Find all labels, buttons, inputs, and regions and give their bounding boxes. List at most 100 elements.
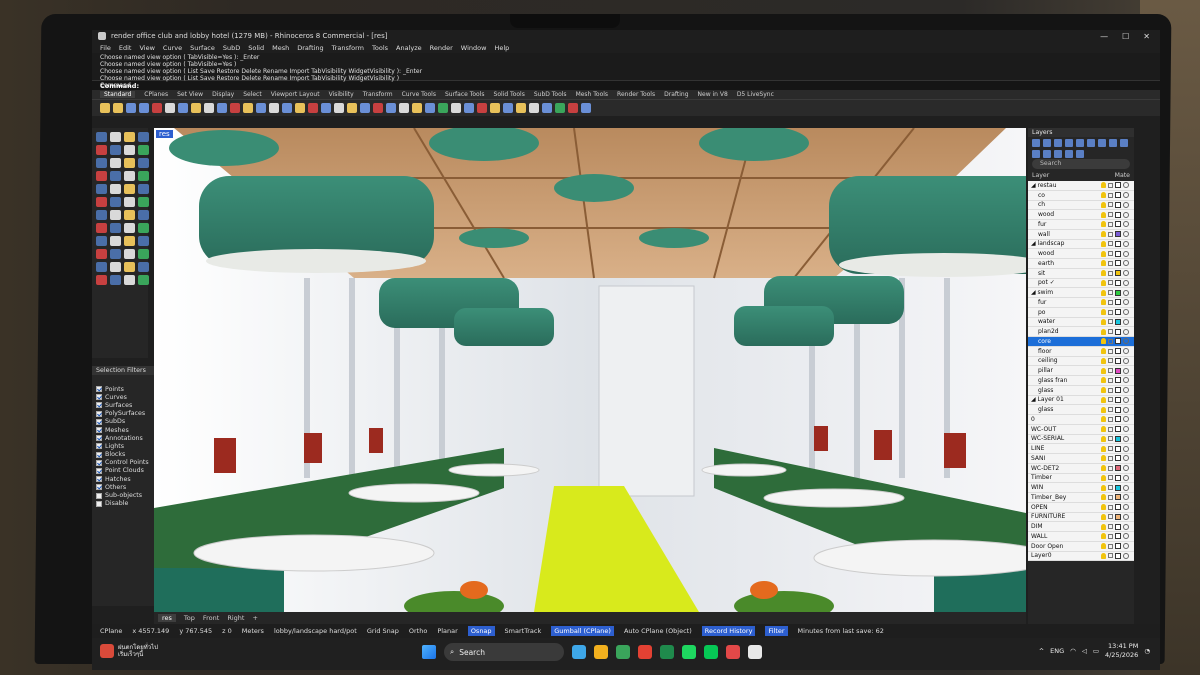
toolbar-tab-render-tools[interactable]: Render Tools bbox=[617, 91, 655, 98]
filter-checkbox[interactable] bbox=[96, 402, 102, 409]
toolbar-tool-icon[interactable] bbox=[113, 103, 123, 113]
modeling-tool-icon[interactable] bbox=[110, 275, 121, 285]
toolbar-tool-icon[interactable] bbox=[516, 103, 526, 113]
viewport-perspective[interactable]: res bbox=[154, 128, 1026, 612]
planar-toggle[interactable]: Planar bbox=[437, 627, 457, 635]
lock-icon[interactable] bbox=[1108, 348, 1113, 354]
toolbar-tool-icon[interactable] bbox=[529, 103, 539, 113]
filter-checkbox[interactable] bbox=[96, 427, 102, 434]
toolbar-tab-transform[interactable]: Transform bbox=[363, 91, 393, 98]
modeling-tool-icon[interactable] bbox=[110, 158, 121, 168]
modeling-tool-icon[interactable] bbox=[138, 158, 149, 168]
layer-row[interactable]: fur bbox=[1028, 220, 1134, 230]
layer-color-swatch[interactable] bbox=[1115, 182, 1121, 189]
filter-checkbox[interactable] bbox=[96, 443, 102, 450]
menu-item-mesh[interactable]: Mesh bbox=[272, 44, 289, 52]
osnap-toggle[interactable]: Osnap bbox=[467, 626, 495, 636]
toolbar-tab-standard[interactable]: Standard bbox=[100, 91, 136, 98]
material-circle-icon[interactable] bbox=[1123, 182, 1129, 189]
visibility-bulb-icon[interactable] bbox=[1101, 543, 1106, 550]
filter-checkbox[interactable] bbox=[96, 435, 102, 442]
modeling-tool-icon[interactable] bbox=[138, 223, 149, 233]
layer-row[interactable]: wall bbox=[1028, 229, 1134, 240]
modeling-tool-icon[interactable] bbox=[124, 197, 135, 207]
toolbar-tool-icon[interactable] bbox=[451, 103, 461, 113]
toolbar-tool-icon[interactable] bbox=[139, 103, 149, 113]
layer-row[interactable]: WIN bbox=[1028, 483, 1134, 493]
layer-color-swatch[interactable] bbox=[1115, 201, 1121, 208]
toolbar-tool-icon[interactable] bbox=[269, 103, 279, 113]
material-circle-icon[interactable] bbox=[1123, 513, 1129, 520]
lock-icon[interactable] bbox=[1108, 475, 1113, 481]
lock-icon[interactable] bbox=[1108, 446, 1113, 452]
lock-icon[interactable] bbox=[1108, 416, 1113, 422]
layer-row[interactable]: WC-OUT bbox=[1028, 424, 1134, 435]
layer-color-swatch[interactable] bbox=[1115, 494, 1121, 501]
layer-row[interactable]: ◢ Layer 01 bbox=[1028, 395, 1134, 406]
modeling-tool-icon[interactable] bbox=[124, 249, 135, 259]
toolbar-tab-select[interactable]: Select bbox=[243, 91, 262, 98]
layer-row[interactable]: water bbox=[1028, 317, 1134, 328]
layer-tool-icon[interactable] bbox=[1043, 150, 1051, 158]
filter-checkbox[interactable] bbox=[96, 484, 102, 491]
lock-icon[interactable] bbox=[1108, 524, 1113, 530]
layer-tool-icon[interactable] bbox=[1065, 150, 1073, 158]
toolbar-tool-icon[interactable] bbox=[477, 103, 487, 113]
layer-color-swatch[interactable] bbox=[1115, 406, 1121, 413]
layer-color-swatch[interactable] bbox=[1115, 465, 1121, 472]
lock-icon[interactable] bbox=[1108, 280, 1113, 286]
modeling-tool-icon[interactable] bbox=[138, 249, 149, 259]
material-circle-icon[interactable] bbox=[1123, 435, 1129, 442]
material-circle-icon[interactable] bbox=[1123, 328, 1129, 335]
toolbar-tool-icon[interactable] bbox=[256, 103, 266, 113]
visibility-bulb-icon[interactable] bbox=[1101, 484, 1106, 491]
visibility-bulb-icon[interactable] bbox=[1101, 396, 1106, 403]
visibility-bulb-icon[interactable] bbox=[1101, 552, 1106, 559]
material-circle-icon[interactable] bbox=[1123, 221, 1129, 228]
layer-color-swatch[interactable] bbox=[1115, 270, 1121, 277]
taskbar-app-icon[interactable] bbox=[638, 645, 652, 659]
toolbar-tab-d5-livesync[interactable]: D5 LiveSync bbox=[737, 91, 774, 98]
visibility-bulb-icon[interactable] bbox=[1101, 211, 1106, 218]
volume-icon[interactable]: ◁ bbox=[1082, 647, 1087, 655]
layer-color-swatch[interactable] bbox=[1115, 231, 1121, 238]
lock-icon[interactable] bbox=[1108, 455, 1113, 461]
layer-color-swatch[interactable] bbox=[1115, 240, 1121, 247]
language-indicator[interactable]: ENG bbox=[1050, 647, 1064, 655]
layer-row[interactable]: WC-DET2 bbox=[1028, 463, 1134, 474]
material-circle-icon[interactable] bbox=[1123, 211, 1129, 218]
menu-item-curve[interactable]: Curve bbox=[163, 44, 182, 52]
toolbar-tool-icon[interactable] bbox=[425, 103, 435, 113]
layer-color-swatch[interactable] bbox=[1115, 348, 1121, 355]
toolbar-tab-drafting[interactable]: Drafting bbox=[664, 91, 688, 98]
visibility-bulb-icon[interactable] bbox=[1101, 377, 1106, 384]
layer-tool-icon[interactable] bbox=[1076, 139, 1084, 147]
visibility-bulb-icon[interactable] bbox=[1101, 260, 1106, 267]
layer-color-swatch[interactable] bbox=[1115, 484, 1121, 491]
layer-row[interactable]: pillar bbox=[1028, 366, 1134, 376]
modeling-tool-icon[interactable] bbox=[110, 197, 121, 207]
layer-color-swatch[interactable] bbox=[1115, 279, 1121, 286]
modeling-tool-icon[interactable] bbox=[124, 158, 135, 168]
layer-color-swatch[interactable] bbox=[1115, 543, 1121, 550]
layer-row[interactable]: DIM bbox=[1028, 522, 1134, 532]
layer-tool-icon[interactable] bbox=[1109, 139, 1117, 147]
layer-row[interactable]: LINE bbox=[1028, 444, 1134, 454]
taskbar-app-icon[interactable] bbox=[616, 645, 630, 659]
modeling-tool-icon[interactable] bbox=[124, 236, 135, 246]
material-circle-icon[interactable] bbox=[1123, 270, 1129, 277]
visibility-bulb-icon[interactable] bbox=[1101, 328, 1106, 335]
lock-icon[interactable] bbox=[1108, 329, 1113, 335]
units-label[interactable]: Meters bbox=[242, 627, 264, 635]
ortho-toggle[interactable]: Ortho bbox=[409, 627, 427, 635]
visibility-bulb-icon[interactable] bbox=[1101, 504, 1106, 511]
visibility-bulb-icon[interactable] bbox=[1101, 279, 1106, 286]
modeling-tool-icon[interactable] bbox=[96, 158, 107, 168]
layer-row[interactable]: co bbox=[1028, 190, 1134, 201]
visibility-bulb-icon[interactable] bbox=[1101, 455, 1106, 462]
lock-icon[interactable] bbox=[1108, 494, 1113, 500]
layer-row[interactable]: glass fran bbox=[1028, 376, 1134, 386]
toolbar-tab-mesh-tools[interactable]: Mesh Tools bbox=[576, 91, 608, 98]
layer-row[interactable]: 0 bbox=[1028, 415, 1134, 425]
toolbar-tool-icon[interactable] bbox=[373, 103, 383, 113]
